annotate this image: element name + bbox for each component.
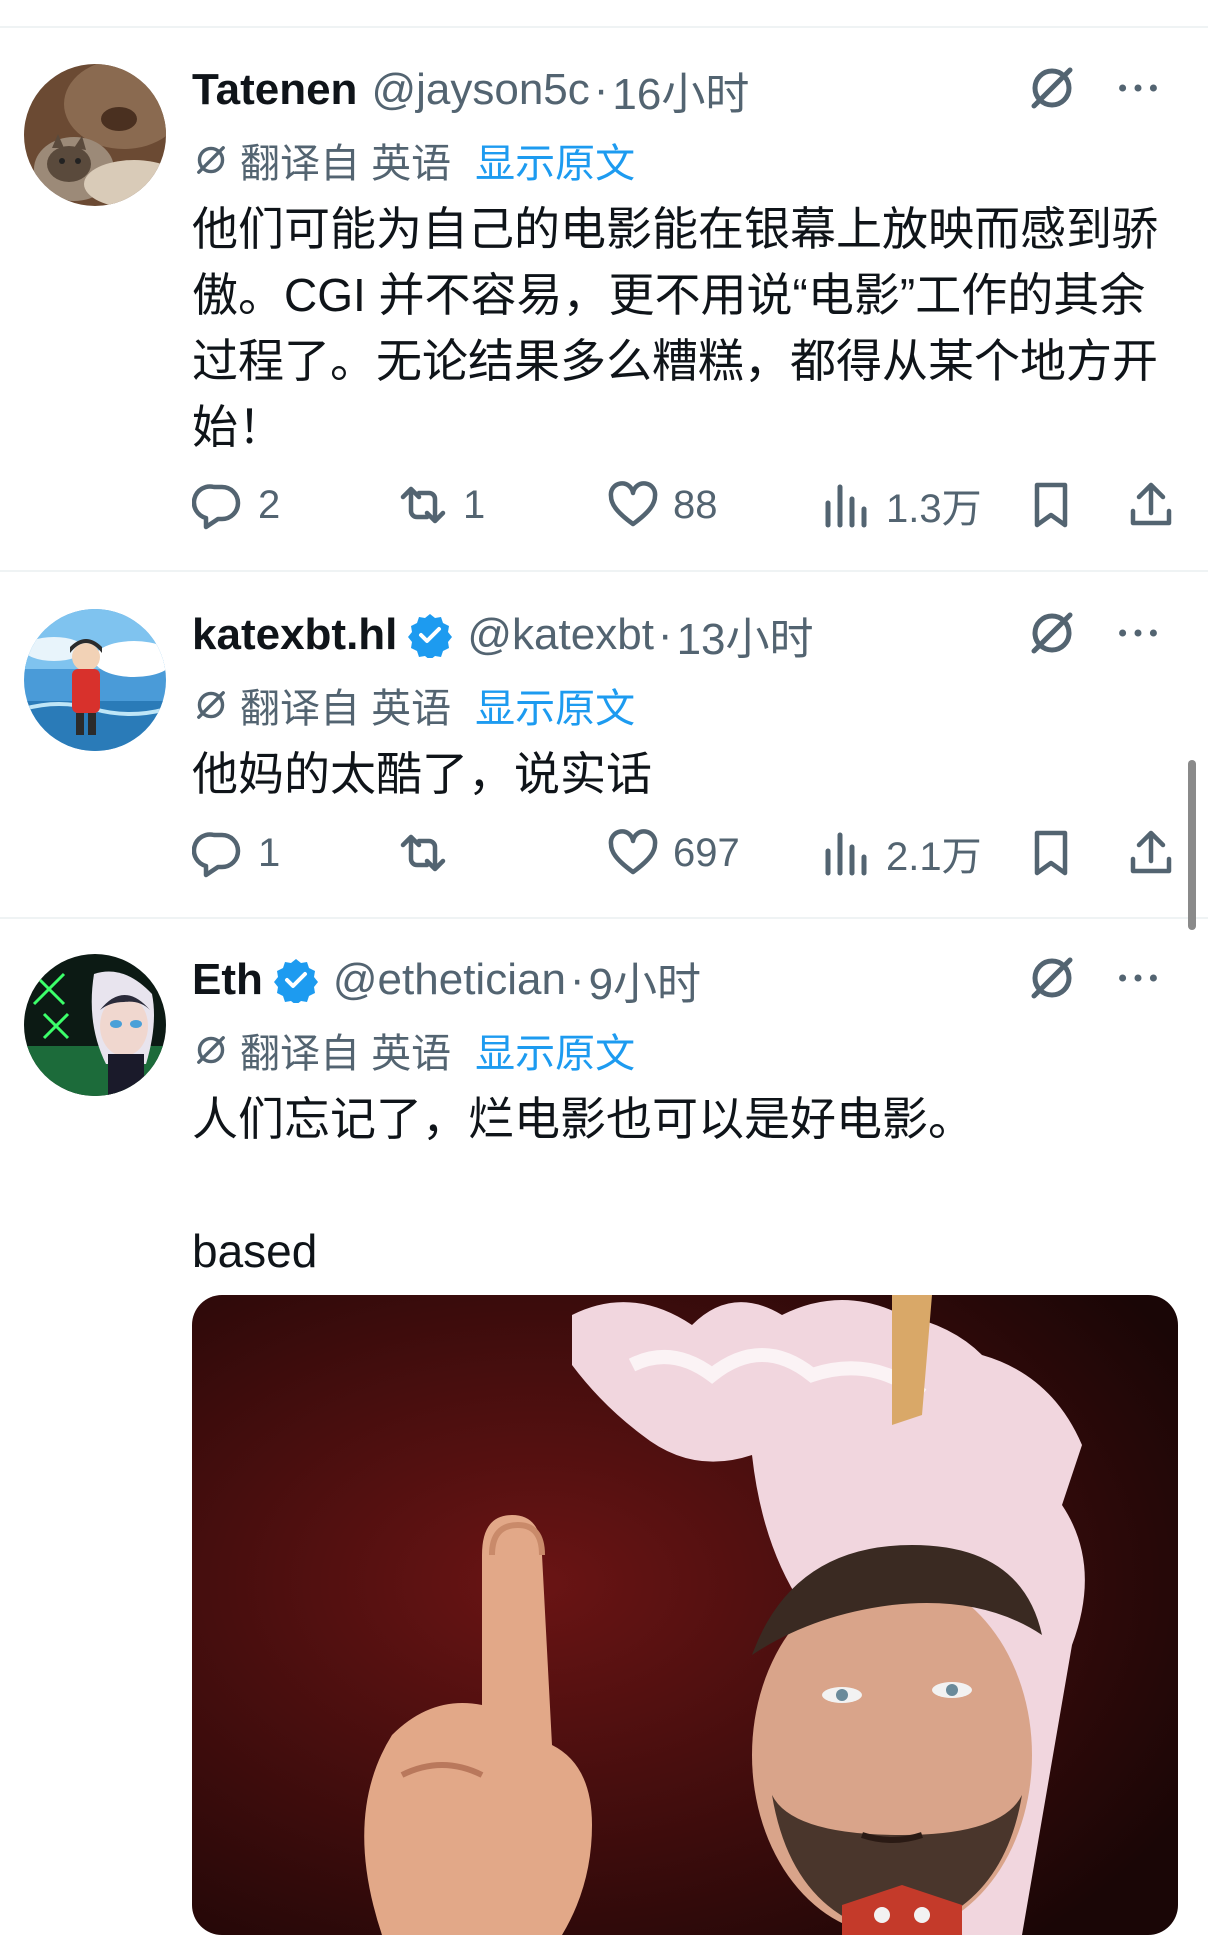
like-icon xyxy=(608,481,658,527)
display-name[interactable]: Eth xyxy=(192,955,263,1005)
tweet[interactable]: katexbt.hl @katexbt · 13小时 翻译自 英语 显示原文 他… xyxy=(0,605,1208,915)
repost-count: 1 xyxy=(463,482,486,527)
meme-image xyxy=(192,1295,1178,1935)
avatar[interactable] xyxy=(24,954,166,1096)
reply-icon xyxy=(192,484,241,530)
tweet-header: katexbt.hl @katexbt · 13小时 xyxy=(192,605,1168,665)
show-original-link[interactable]: 显示原文 xyxy=(475,676,635,734)
timestamp[interactable]: 16小时 xyxy=(612,58,749,122)
tweet-text: 人们忘记了，烂电影也可以是好电影。 based xyxy=(192,1093,974,1277)
tweet-divider xyxy=(0,917,1208,919)
share-icon xyxy=(1130,482,1172,526)
tweet-text: 他妈的太酷了，说实话 xyxy=(192,748,652,800)
repost-button[interactable]: 1 xyxy=(397,470,485,540)
verified-badge-icon xyxy=(408,614,453,658)
show-original-link[interactable]: 显示原文 xyxy=(475,1021,635,1079)
display-name[interactable]: katexbt.hl xyxy=(192,610,397,660)
grok-icon[interactable] xyxy=(1024,950,1080,1006)
tweet-content: Eth @ethetician · 9小时 翻译自 英语 显示原文 人们忘记了，… xyxy=(192,950,1168,1284)
views-button[interactable]: 2.1万 xyxy=(820,818,982,888)
tweet-header: Eth @ethetician · 9小时 xyxy=(192,950,1168,1010)
views-count: 2.1万 xyxy=(886,835,982,879)
share-button[interactable] xyxy=(1125,470,1177,540)
like-count: 88 xyxy=(673,482,718,527)
tweet-actions: 2 1 88 1.3万 xyxy=(192,470,1182,540)
tweet-media-image[interactable] xyxy=(192,1295,1178,1935)
tweet-text: 他们可能为自己的电影能在银幕上放映而感到骄傲。CGI 并不容易，更不用说“电影”… xyxy=(192,203,1158,453)
translate-icon xyxy=(197,146,225,174)
tweet-header: Tatenen @jayson5c · 16小时 xyxy=(192,60,1168,120)
translate-label: 翻译自 英语 xyxy=(240,1032,452,1076)
timestamp[interactable]: 9小时 xyxy=(589,948,701,1012)
share-button[interactable] xyxy=(1125,818,1177,888)
anime-girl-avatar-icon xyxy=(24,609,166,751)
views-count: 1.3万 xyxy=(886,487,982,531)
bookmark-icon xyxy=(1034,830,1068,876)
translate-icon xyxy=(197,691,225,719)
like-button[interactable]: 697 xyxy=(607,818,740,888)
separator-dot: · xyxy=(593,65,609,114)
tweet[interactable]: Eth @ethetician · 9小时 翻译自 英语 显示原文 人们忘记了，… xyxy=(0,950,1208,1940)
share-icon xyxy=(1130,830,1172,874)
views-icon xyxy=(825,832,867,876)
display-name[interactable]: Tatenen xyxy=(192,65,357,115)
translate-label: 翻译自 英语 xyxy=(240,687,452,731)
user-handle[interactable]: @katexbt xyxy=(467,610,654,660)
like-icon xyxy=(608,829,658,875)
more-icon[interactable] xyxy=(1108,950,1168,1006)
views-button[interactable]: 1.3万 xyxy=(820,470,982,540)
reply-count: 2 xyxy=(258,482,281,527)
tweet-content: Tatenen @jayson5c · 16小时 翻译自 英语 显示原文 他们可… xyxy=(192,60,1168,460)
tweet-divider xyxy=(0,570,1208,572)
translation-bar: 翻译自 英语 显示原文 xyxy=(192,1022,1168,1078)
more-icon[interactable] xyxy=(1108,605,1168,661)
repost-icon xyxy=(400,834,446,872)
tweet-content: katexbt.hl @katexbt · 13小时 翻译自 英语 显示原文 他… xyxy=(192,605,1168,807)
separator-dot: · xyxy=(569,955,585,1004)
grok-icon[interactable] xyxy=(1024,60,1080,116)
user-handle[interactable]: @jayson5c xyxy=(371,65,589,115)
reply-button[interactable]: 1 xyxy=(192,818,280,888)
reply-count: 1 xyxy=(258,830,281,875)
show-original-link[interactable]: 显示原文 xyxy=(475,131,635,189)
verified-badge-icon xyxy=(273,959,318,1003)
cat-avatar-icon xyxy=(24,64,166,206)
more-icon[interactable] xyxy=(1108,60,1168,116)
bookmark-button[interactable] xyxy=(1025,470,1077,540)
top-divider xyxy=(0,26,1208,28)
reply-button[interactable]: 2 xyxy=(192,470,280,540)
translation-bar: 翻译自 英语 显示原文 xyxy=(192,132,1168,188)
views-icon xyxy=(825,484,867,528)
bookmark-icon xyxy=(1034,482,1068,528)
like-button[interactable]: 88 xyxy=(607,470,718,540)
tweet-actions: 1 697 2.1万 xyxy=(192,818,1182,888)
repost-button[interactable] xyxy=(397,818,463,888)
timestamp[interactable]: 13小时 xyxy=(677,603,814,667)
translate-label: 翻译自 英语 xyxy=(240,142,452,186)
repost-icon xyxy=(400,486,446,524)
bookmark-button[interactable] xyxy=(1025,818,1077,888)
avatar[interactable] xyxy=(24,609,166,751)
user-handle[interactable]: @ethetician xyxy=(333,955,566,1005)
grok-icon[interactable] xyxy=(1024,605,1080,661)
avatar[interactable] xyxy=(24,64,166,206)
separator-dot: · xyxy=(657,610,673,659)
tweet[interactable]: Tatenen @jayson5c · 16小时 翻译自 英语 显示原文 他们可… xyxy=(0,60,1208,570)
anime-character-avatar-icon xyxy=(24,954,166,1096)
reply-icon xyxy=(192,832,241,878)
scrollbar-thumb[interactable] xyxy=(1188,760,1196,930)
like-count: 697 xyxy=(673,830,740,875)
translation-bar: 翻译自 英语 显示原文 xyxy=(192,677,1168,733)
translate-icon xyxy=(197,1036,225,1064)
